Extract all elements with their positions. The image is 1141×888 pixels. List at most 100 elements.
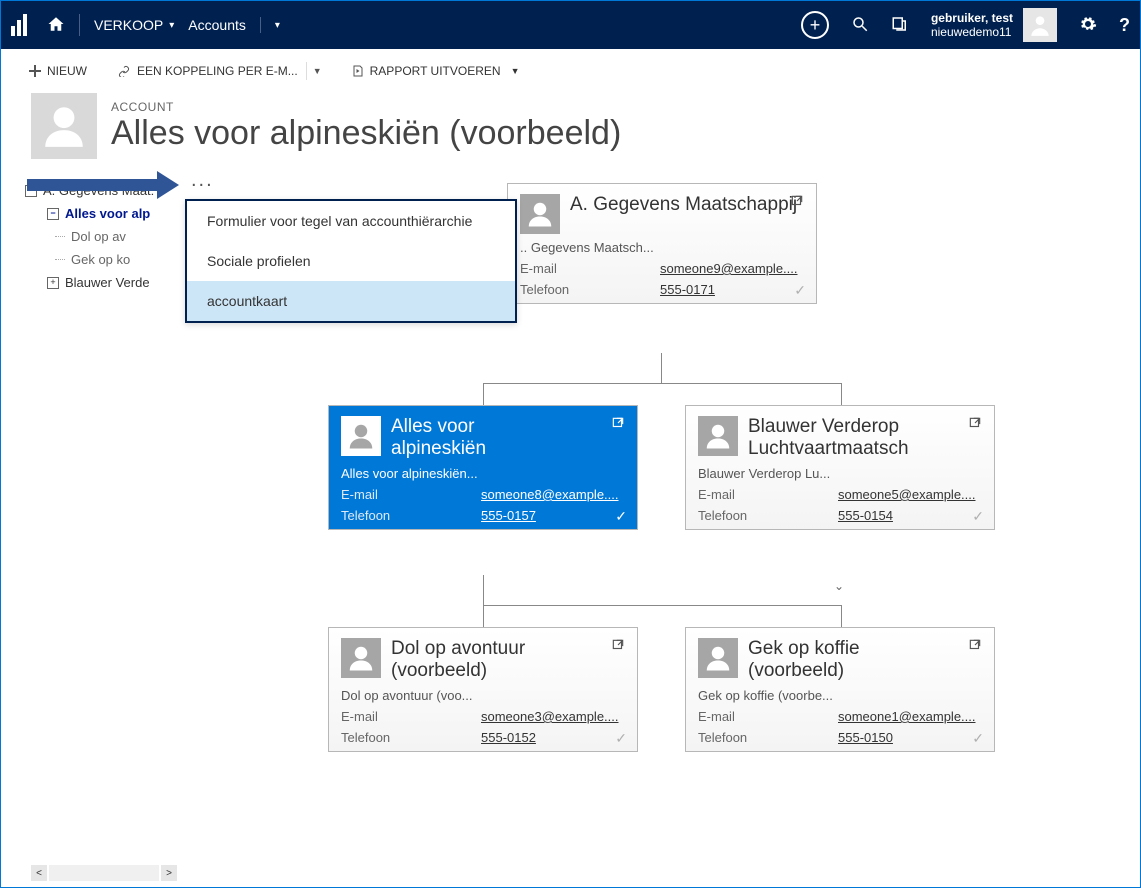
callout-arrow bbox=[27, 171, 179, 199]
card-email-label: E-mail bbox=[698, 487, 838, 502]
tree-node[interactable]: Dol op av bbox=[25, 225, 173, 248]
card-subtitle: Dol op avontuur (voo... bbox=[341, 688, 625, 703]
email-link-split[interactable]: ▼ bbox=[306, 62, 328, 80]
chevron-down-icon: ▾ bbox=[169, 20, 174, 31]
command-bar: NIEUW EEN KOPPELING PER E-M... ▼ RAPPORT… bbox=[1, 49, 1140, 93]
user-org: nieuwedemo11 bbox=[931, 25, 1013, 39]
run-report-button[interactable]: RAPPORT UITVOEREN ▼ bbox=[346, 60, 526, 82]
search-icon[interactable] bbox=[851, 15, 869, 36]
user-block[interactable]: gebruiker, test nieuwedemo11 bbox=[931, 8, 1057, 42]
hierarchy-card-selected[interactable]: Alles vooralpineskiën Alles voor alpines… bbox=[328, 405, 638, 530]
hierarchy-card[interactable]: Gek op koffie(voorbeeld) Gek op koffie (… bbox=[685, 627, 995, 752]
connector bbox=[483, 383, 484, 405]
connector bbox=[483, 605, 841, 606]
quick-create-icon[interactable]: + bbox=[801, 11, 829, 39]
check-icon: ✓ bbox=[972, 508, 984, 525]
card-avatar-icon bbox=[698, 638, 738, 678]
open-record-icon[interactable] bbox=[611, 416, 625, 433]
card-phone-value[interactable]: 555-0152 bbox=[481, 730, 536, 745]
card-phone-label: Telefoon bbox=[698, 730, 838, 745]
scroll-left-icon[interactable]: < bbox=[31, 865, 47, 881]
check-icon: ✓ bbox=[615, 730, 627, 747]
connector bbox=[483, 575, 484, 605]
hierarchy-tree: − A. Gegevens Maat: − Alles voor alp Dol… bbox=[25, 175, 173, 859]
card-email-label: E-mail bbox=[341, 709, 481, 724]
connector bbox=[661, 353, 662, 383]
home-icon[interactable] bbox=[47, 15, 65, 36]
card-name: Dol op avontuur(voorbeeld) bbox=[391, 638, 525, 682]
menu-item-account-card[interactable]: accountkaart bbox=[187, 281, 515, 321]
nav-area-chevron[interactable]: ▾ bbox=[275, 20, 280, 31]
advanced-find-icon[interactable] bbox=[891, 15, 909, 36]
gear-icon[interactable] bbox=[1079, 15, 1097, 36]
card-phone-value[interactable]: 555-0150 bbox=[838, 730, 893, 745]
user-name: gebruiker, test bbox=[931, 11, 1013, 25]
menu-item-social-profiles[interactable]: Sociale profielen bbox=[187, 241, 515, 281]
content-area: − A. Gegevens Maat: − Alles voor alp Dol… bbox=[1, 159, 1140, 859]
expand-chevron-icon[interactable]: ⌄ bbox=[834, 579, 844, 593]
scroll-track[interactable] bbox=[49, 865, 159, 881]
collapse-icon[interactable]: − bbox=[47, 208, 59, 220]
app-logo-icon[interactable] bbox=[11, 14, 33, 36]
connector bbox=[483, 383, 841, 384]
nav-separator bbox=[79, 14, 80, 36]
horizontal-scrollbar[interactable]: < > bbox=[31, 865, 177, 881]
nav-separator bbox=[260, 17, 261, 33]
expand-icon[interactable]: + bbox=[47, 277, 59, 289]
check-icon: ✓ bbox=[972, 730, 984, 747]
card-email-label: E-mail bbox=[341, 487, 481, 502]
page-header: ACCOUNT Alles voor alpineskiën (voorbeel… bbox=[1, 93, 1140, 159]
tree-node[interactable]: Gek op ko bbox=[25, 248, 173, 271]
connector bbox=[483, 605, 484, 627]
card-phone-value[interactable]: 555-0154 bbox=[838, 508, 893, 523]
check-icon: ✓ bbox=[615, 508, 627, 525]
hierarchy-card-root[interactable]: A. Gegevens Maatschappij .. Gegevens Maa… bbox=[507, 183, 817, 304]
open-record-icon[interactable] bbox=[611, 638, 625, 655]
nav-area[interactable]: Accounts bbox=[188, 17, 246, 33]
chevron-down-icon: ▼ bbox=[511, 66, 520, 76]
global-nav: VERKOOP ▾ Accounts ▾ + gebruiker, test n… bbox=[1, 1, 1140, 49]
menu-item-tile-form[interactable]: Formulier voor tegel van accounthiërarch… bbox=[187, 201, 515, 241]
record-avatar-icon bbox=[31, 93, 97, 159]
card-email-value[interactable]: someone8@example.... bbox=[481, 487, 619, 502]
card-subtitle: Alles voor alpineskiën... bbox=[341, 466, 625, 481]
card-email-label: E-mail bbox=[698, 709, 838, 724]
nav-left: VERKOOP ▾ Accounts ▾ bbox=[11, 14, 280, 36]
page-titles: ACCOUNT Alles voor alpineskiën (voorbeel… bbox=[111, 100, 621, 153]
open-record-icon[interactable] bbox=[790, 194, 804, 211]
new-button[interactable]: NIEUW bbox=[23, 60, 93, 82]
tree-label: Dol op av bbox=[71, 229, 126, 244]
card-phone-label: Telefoon bbox=[341, 730, 481, 745]
tree-node-selected[interactable]: − Alles voor alp bbox=[25, 202, 173, 225]
run-report-label: RAPPORT UITVOEREN bbox=[370, 64, 501, 78]
card-avatar-icon bbox=[698, 416, 738, 456]
connector bbox=[841, 605, 842, 627]
card-phone-value[interactable]: 555-0157 bbox=[481, 508, 536, 523]
open-record-icon[interactable] bbox=[968, 416, 982, 433]
card-email-value[interactable]: someone1@example.... bbox=[838, 709, 976, 724]
card-email-value[interactable]: someone5@example.... bbox=[838, 487, 976, 502]
email-link-button[interactable]: EEN KOPPELING PER E-M... bbox=[111, 60, 304, 82]
user-avatar-icon bbox=[1023, 8, 1057, 42]
check-icon: ✓ bbox=[794, 282, 806, 299]
nav-right: + gebruiker, test nieuwedemo11 ? bbox=[801, 8, 1130, 42]
scroll-right-icon[interactable]: > bbox=[161, 865, 177, 881]
nav-area-label: Accounts bbox=[188, 17, 246, 33]
card-avatar-icon bbox=[341, 638, 381, 678]
card-phone-value[interactable]: 555-0171 bbox=[660, 282, 715, 297]
tree-label: Gek op ko bbox=[71, 252, 130, 267]
page-title: Alles voor alpineskiën (voorbeeld) bbox=[111, 114, 621, 153]
nav-module[interactable]: VERKOOP ▾ bbox=[94, 17, 174, 33]
tree-node[interactable]: + Blauwer Verde bbox=[25, 271, 173, 294]
card-avatar-icon bbox=[341, 416, 381, 456]
help-icon[interactable]: ? bbox=[1119, 15, 1130, 36]
card-name: Alles vooralpineskiën bbox=[391, 416, 486, 460]
open-record-icon[interactable] bbox=[968, 638, 982, 655]
record-type-label: ACCOUNT bbox=[111, 100, 621, 114]
card-email-value[interactable]: someone3@example.... bbox=[481, 709, 619, 724]
hierarchy-card[interactable]: Dol op avontuur(voorbeeld) Dol op avontu… bbox=[328, 627, 638, 752]
new-label: NIEUW bbox=[47, 64, 87, 78]
hierarchy-card[interactable]: Blauwer VerderopLuchtvaartmaatsch Blauwe… bbox=[685, 405, 995, 530]
card-email-value[interactable]: someone9@example.... bbox=[660, 261, 798, 276]
tree-label: Alles voor alp bbox=[65, 206, 150, 221]
